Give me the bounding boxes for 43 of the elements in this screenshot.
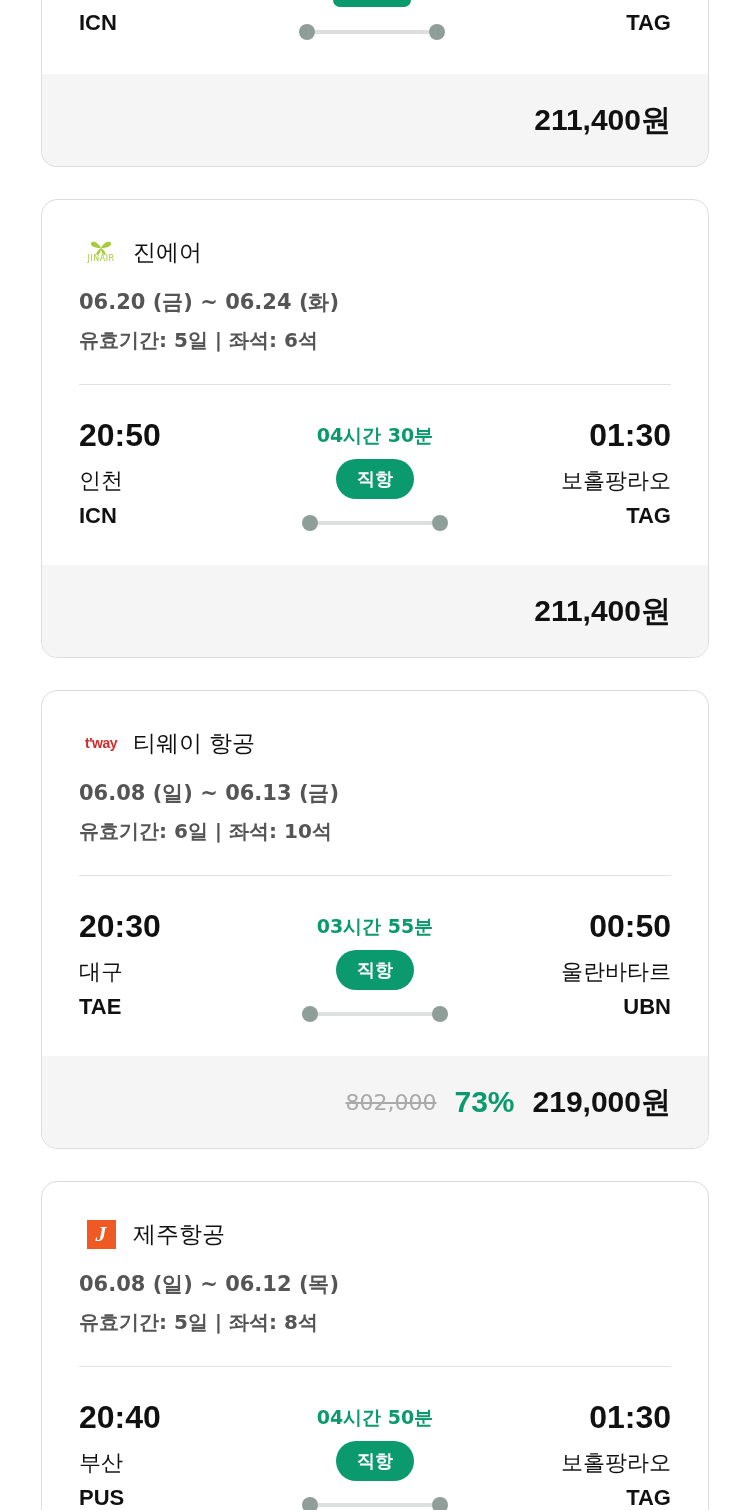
flight-duration: 03시간 55분 [316, 914, 434, 939]
airport-code: ICN [79, 9, 117, 36]
airline-logo: JINAIR [87, 241, 115, 263]
airline-name: 진에어 [133, 237, 202, 267]
discount-rate: 73% [454, 1085, 515, 1119]
arrival-city: 보홀팡라오 [561, 467, 671, 495]
airport-code: TAE [79, 993, 122, 1021]
airport-code: TAG [626, 502, 671, 530]
validity-text: 유효기간: 5일 | 좌석: 8석 [79, 1309, 319, 1336]
fare-price: 211,400원 [534, 592, 671, 629]
fare-price: 211,400원 [534, 101, 671, 138]
departure-city: 대구 [79, 958, 123, 986]
arrival-city: 보홀팡라오 [561, 1449, 671, 1477]
arrival-time: 00:50 [589, 907, 671, 946]
direct-badge: 직항 [336, 950, 414, 990]
validity-text: 유효기간: 5일 | 좌석: 6석 [79, 327, 319, 354]
validity-text: 유효기간: 6일 | 좌석: 10석 [79, 818, 333, 845]
arrival-time: 01:30 [589, 416, 671, 455]
travel-dates: 06.20 (금) ~ 06.24 (화) [79, 289, 341, 316]
departure-city: 부산 [79, 1449, 123, 1477]
airline-logo: t'way [85, 735, 117, 751]
airport-code: UBN [623, 993, 671, 1021]
airport-code: TAG [626, 9, 671, 36]
airline-name: 티웨이 항공 [133, 728, 256, 758]
airport-code: PUS [79, 1484, 125, 1510]
original-price: 802,000 [345, 1089, 437, 1115]
direct-badge: 직항 [336, 459, 414, 499]
flight-duration: 04시간 30분 [316, 423, 434, 448]
fare-price: 219,000원 [532, 1083, 671, 1120]
travel-dates: 06.08 (일) ~ 06.13 (금) [79, 780, 341, 807]
airline-name: 제주항공 [133, 1219, 225, 1249]
arrival-time: 01:30 [589, 1398, 671, 1437]
airport-code: TAG [626, 1484, 671, 1510]
departure-time: 20:30 [79, 907, 161, 946]
departure-city: 인천 [79, 467, 123, 495]
direct-badge: 직항 [336, 1441, 414, 1481]
arrival-city: 울란바타르 [561, 958, 671, 986]
departure-time: 20:50 [79, 416, 161, 455]
departure-time: 20:40 [79, 1398, 161, 1437]
airline-logo: J [86, 1219, 116, 1249]
flight-duration: 04시간 50분 [316, 1405, 434, 1430]
airport-code: ICN [79, 502, 117, 530]
travel-dates: 06.08 (일) ~ 06.12 (목) [79, 1271, 341, 1298]
